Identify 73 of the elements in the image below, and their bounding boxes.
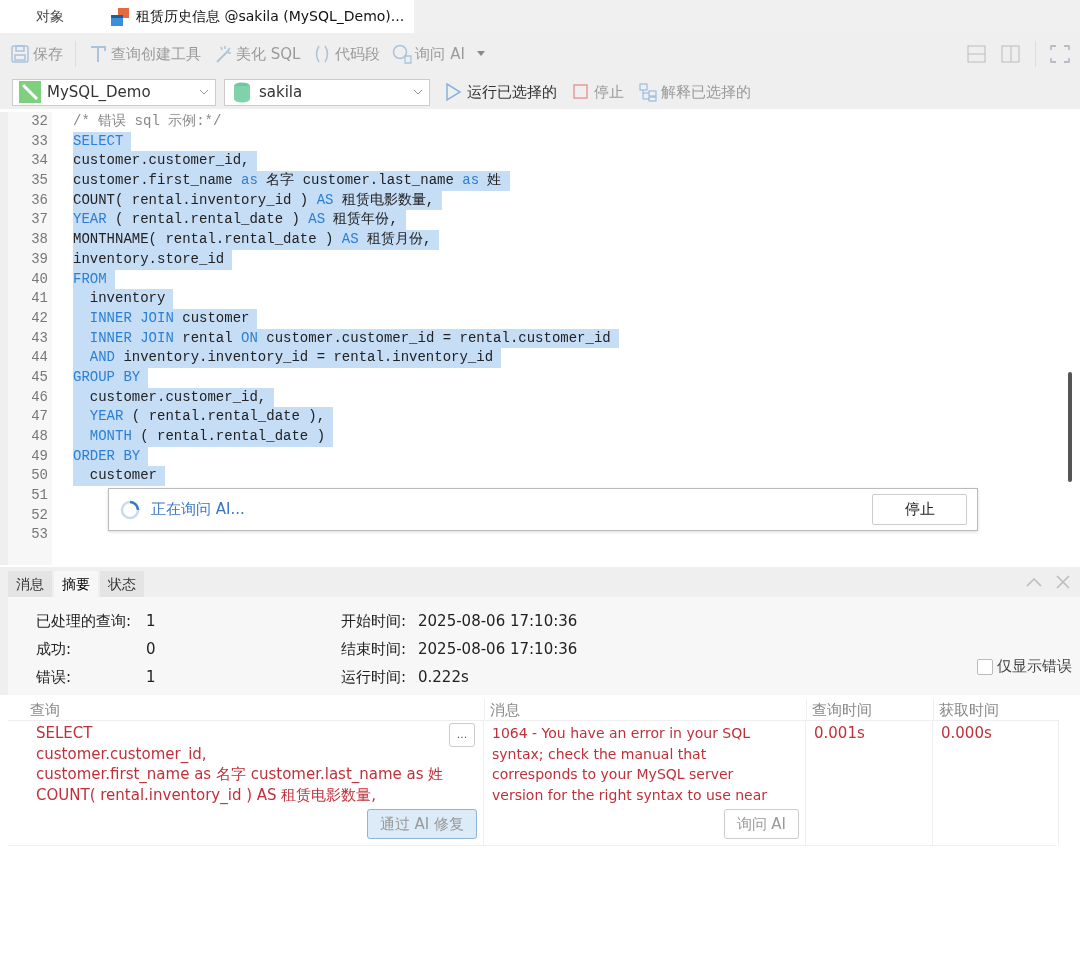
line-number: 33 xyxy=(30,131,48,151)
result-tab[interactable]: 摘要 xyxy=(54,571,98,597)
line-number: 49 xyxy=(30,446,48,466)
line-number: 51 xyxy=(30,486,48,506)
column-header: 查询 xyxy=(8,699,484,721)
line-number: 36 xyxy=(30,190,48,210)
split-vertical-icon xyxy=(1001,44,1021,64)
scrollbar[interactable] xyxy=(1068,372,1072,482)
connection-icon xyxy=(19,81,41,103)
summary-label: 成功: xyxy=(36,639,73,660)
database-icon xyxy=(231,81,253,103)
checkbox-label: 仅显示错误 xyxy=(997,656,1072,677)
summary-value: 1 xyxy=(146,667,157,688)
summary-label: 已处理的查询: xyxy=(36,611,133,632)
column-header: 获取时间 xyxy=(933,699,1059,721)
line-number: 41 xyxy=(30,289,48,309)
table-icon xyxy=(110,6,130,27)
table-cell: 0.000s xyxy=(941,724,992,742)
summary-label: 错误: xyxy=(36,667,73,688)
line-number: 42 xyxy=(30,308,48,328)
summary-label: 结束时间: xyxy=(341,639,408,660)
result-tab[interactable]: 状态 xyxy=(100,571,144,597)
line-number: 47 xyxy=(30,407,48,427)
summary-label: 运行时间: xyxy=(341,667,408,688)
more-button[interactable]: ... xyxy=(449,723,475,747)
column-header: 查询时间 xyxy=(806,699,933,721)
summary-value: 2025-08-06 17:10:36 xyxy=(418,639,579,660)
query-text: SELECT customer.customer_id, customer.first_name as 名字 customer.last_name as 姓 COUNT( rental.inventory_id ) AS 租赁电影数量, xyxy=(36,723,445,805)
connection-select[interactable]: MySQL_Demo xyxy=(12,78,216,106)
line-number: 44 xyxy=(30,348,48,368)
chevron-down-icon xyxy=(199,89,209,95)
close-icon xyxy=(1056,575,1070,589)
status-text: 正在询问 AI... xyxy=(151,499,246,521)
error-message: 1064 - You have an error in your SQL syntax; check the manual that corresponds to your MySQL server version for the right syntax to use near xyxy=(492,724,768,805)
line-number: 52 xyxy=(30,505,48,525)
document-tab[interactable]: 租赁历史信息 @sakila (MySQL_Demo)... xyxy=(100,0,415,33)
line-number: 32 xyxy=(30,112,48,131)
save-icon xyxy=(10,44,30,64)
explain-icon xyxy=(638,82,658,102)
result-tab[interactable]: 消息 xyxy=(8,571,52,597)
summary-label: 开始时间: xyxy=(341,611,408,632)
spinner-icon xyxy=(119,498,141,521)
line-number: 48 xyxy=(30,427,48,446)
summary-value: 2025-08-06 17:10:36 xyxy=(418,611,579,632)
line-number: 46 xyxy=(30,387,48,407)
caret-icon xyxy=(476,51,485,57)
checkbox[interactable] xyxy=(977,658,993,675)
toolbar-button[interactable]: 运行已选择的 xyxy=(444,80,557,104)
line-number: 39 xyxy=(30,249,48,269)
play-icon xyxy=(444,82,464,102)
chevron-down-icon xyxy=(413,89,423,95)
summary-value: 0 xyxy=(146,639,157,660)
split-horizontal-icon xyxy=(967,44,987,64)
fullscreen-icon xyxy=(1050,44,1070,64)
database-select[interactable]: sakila xyxy=(224,78,430,106)
stop-button[interactable]: 停止 xyxy=(872,494,967,525)
line-number: 40 xyxy=(30,269,48,289)
line-number: 37 xyxy=(30,210,48,230)
line-number: 34 xyxy=(30,151,48,171)
line-number: 38 xyxy=(30,230,48,250)
line-number: 45 xyxy=(30,367,48,387)
code-line: /* 错误 sql 示例:*/ xyxy=(73,112,223,131)
summary-value: 0.222s xyxy=(418,667,470,688)
column-header: 消息 xyxy=(484,699,806,721)
line-number: 50 xyxy=(30,466,48,486)
line-number: 35 xyxy=(30,171,48,191)
document-tab[interactable]: 对象 xyxy=(0,0,100,33)
summary-value: 1 xyxy=(146,611,157,632)
line-number: 53 xyxy=(30,525,48,545)
line-number: 43 xyxy=(30,328,48,348)
stop-icon xyxy=(571,82,591,102)
collapse-icon xyxy=(1026,577,1042,587)
table-cell: 0.001s xyxy=(814,724,865,742)
